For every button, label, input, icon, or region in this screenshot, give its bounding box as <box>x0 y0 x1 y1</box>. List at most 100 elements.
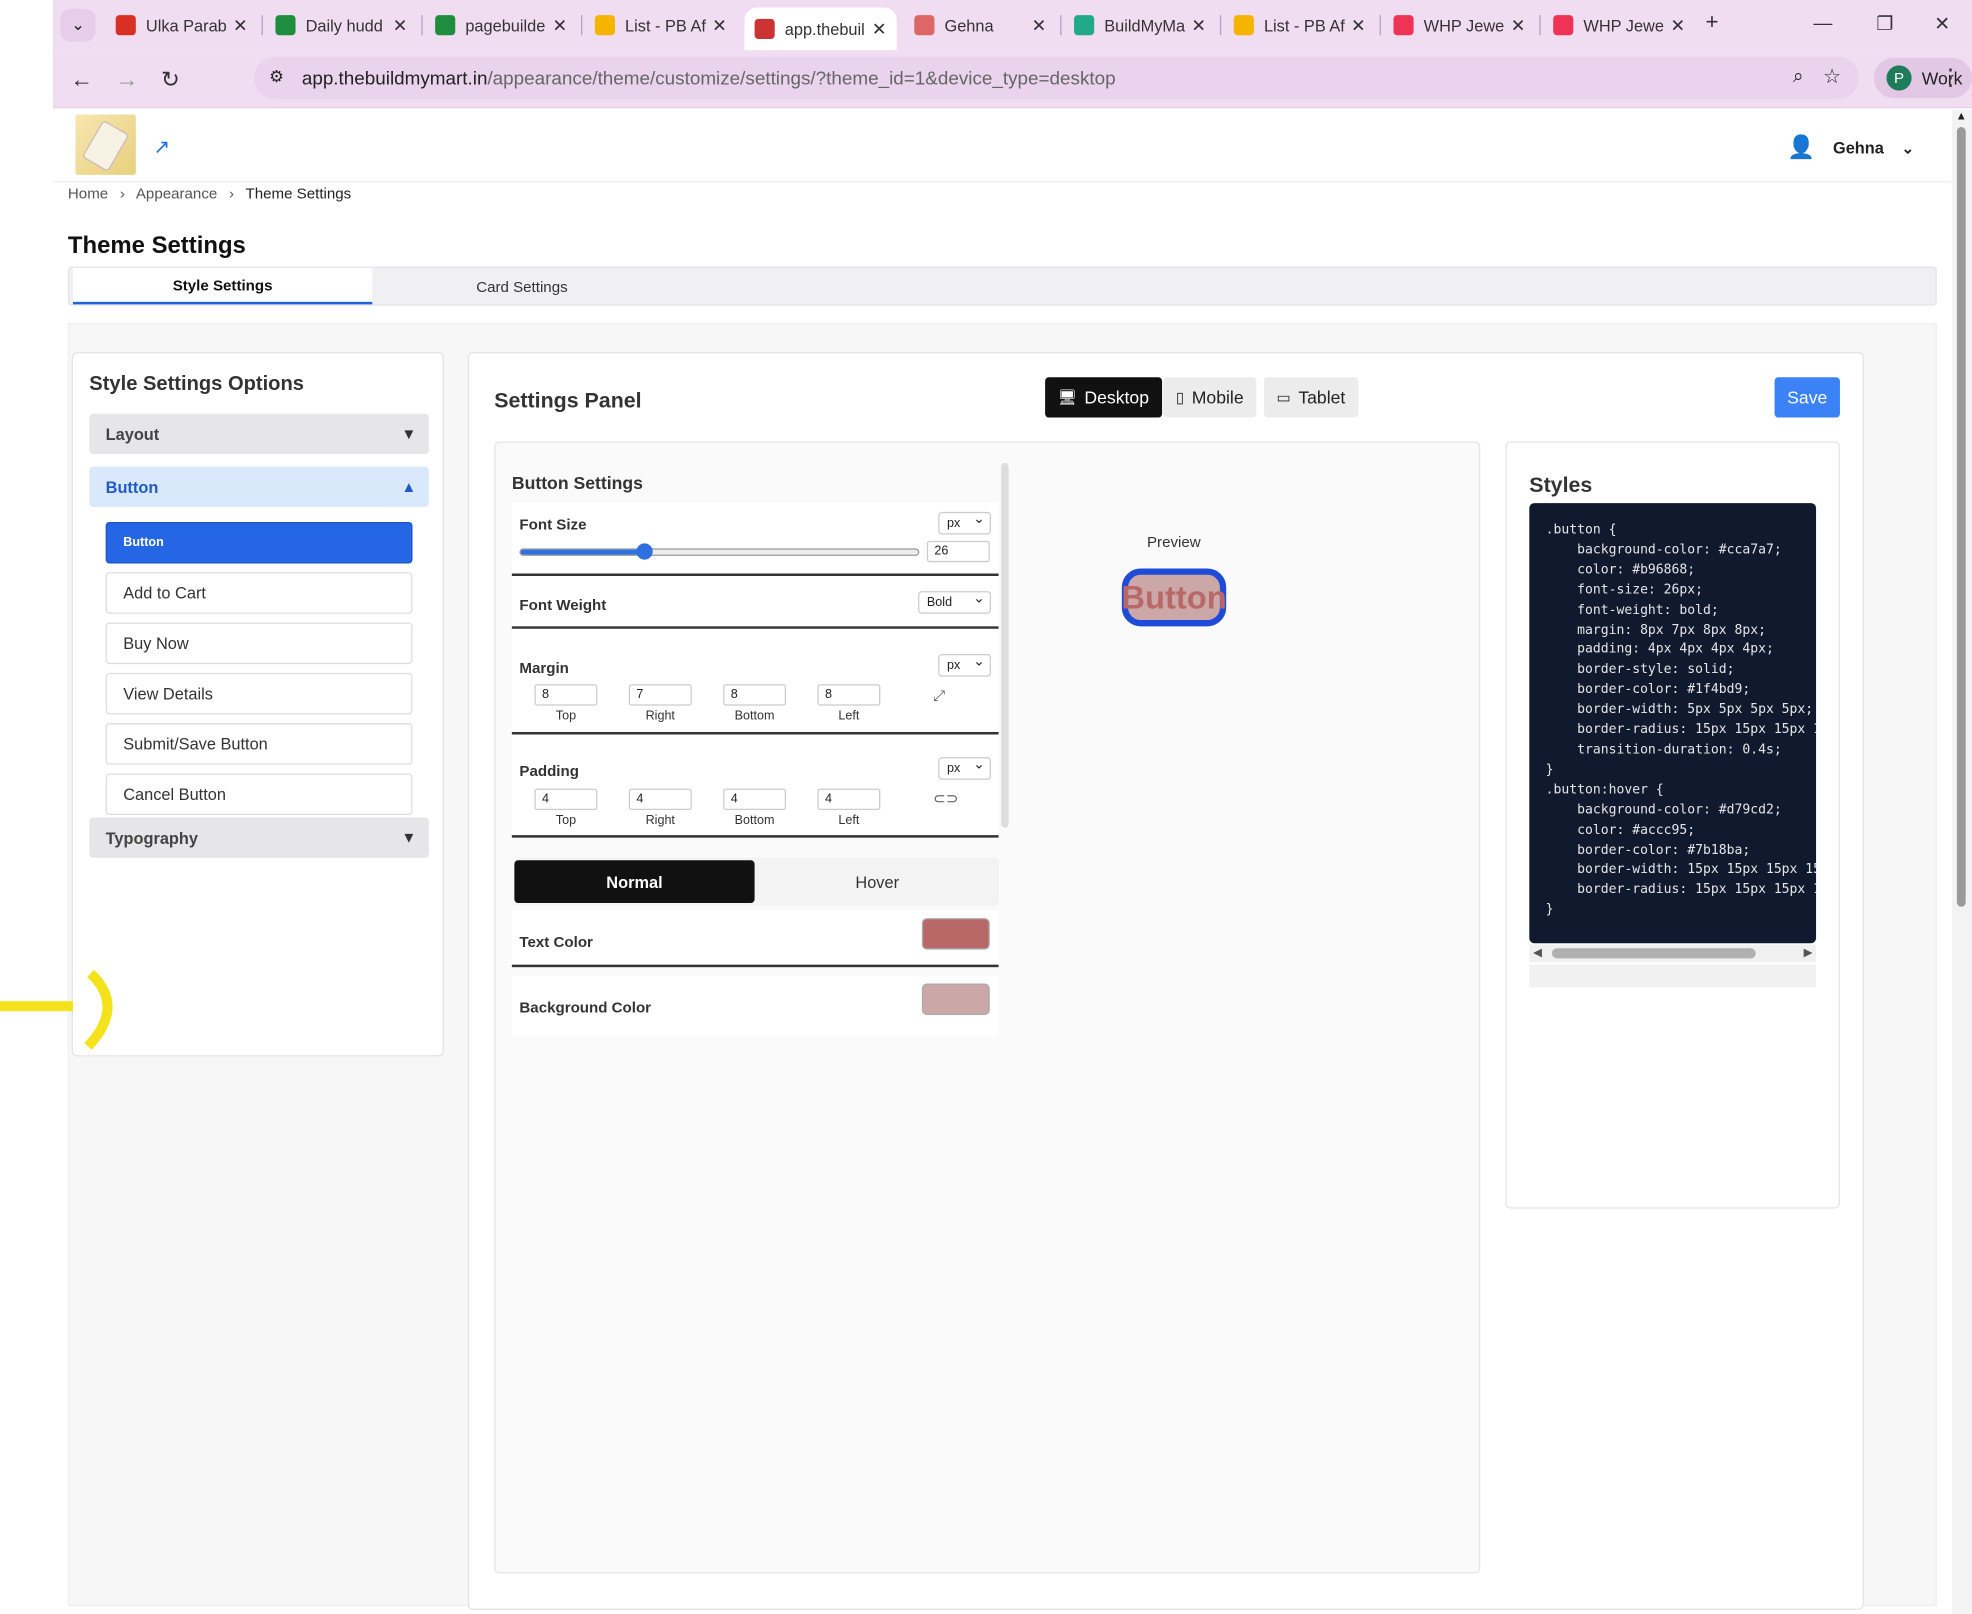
browser-tab[interactable]: Daily hudd ✕ <box>265 8 417 43</box>
padding-left-input[interactable]: 4 <box>817 788 881 810</box>
state-hover-button[interactable]: Hover <box>757 860 997 903</box>
settings-scrollbar[interactable] <box>1001 462 1009 828</box>
text-color-swatch[interactable] <box>921 918 990 950</box>
reload-button[interactable]: ↻ <box>161 67 180 93</box>
font-size-input[interactable]: 26 <box>926 540 990 563</box>
close-tab-icon[interactable]: ✕ <box>872 18 887 39</box>
close-tab-icon[interactable]: ✕ <box>393 14 408 35</box>
margin-unit-select[interactable]: px <box>938 653 992 677</box>
state-normal-button[interactable]: Normal <box>514 860 755 904</box>
scroll-left-icon[interactable]: ◀ <box>1533 946 1542 960</box>
save-button[interactable]: Save <box>1774 377 1840 418</box>
browser-tab[interactable]: WHP Jewe ✕ <box>1383 8 1535 43</box>
accordion-layout[interactable]: Layout ▼ <box>89 413 429 455</box>
accordion-typography[interactable]: Typography ▼ <box>89 817 429 858</box>
preview-button[interactable]: Button <box>1121 568 1227 627</box>
close-tab-icon[interactable]: ✕ <box>233 14 248 35</box>
code-horizontal-scrollbar[interactable]: ◀ ▶ <box>1529 944 1817 963</box>
background-color-swatch[interactable] <box>921 983 990 1015</box>
sidebar-item[interactable]: Buy Now <box>105 622 413 665</box>
breadcrumb-appearance[interactable]: Appearance <box>136 185 217 203</box>
scroll-right-icon[interactable]: ▶ <box>1804 946 1813 960</box>
browser-tab[interactable]: BuildMyMa ✕ <box>1064 8 1216 43</box>
page-scrollbar[interactable]: ▲ <box>1951 109 1972 1614</box>
close-tab-icon[interactable]: ✕ <box>1670 14 1685 35</box>
padding-bottom-input[interactable]: 4 <box>723 788 787 810</box>
font-size-unit-select[interactable]: px <box>938 511 992 535</box>
user-name: Gehna <box>1832 138 1884 158</box>
browser-tab[interactable]: WHP Jewe ✕ <box>1543 8 1695 43</box>
padding-unit-select[interactable]: px <box>938 756 992 780</box>
back-button[interactable]: ← <box>70 67 93 93</box>
close-tab-icon[interactable]: ✕ <box>1032 14 1047 35</box>
external-link-icon[interactable]: ↗ <box>153 135 170 160</box>
store-logo[interactable] <box>75 114 136 175</box>
font-size-slider[interactable] <box>519 543 920 560</box>
address-bar[interactable]: ⚙ app.thebuildmymart.in/appearance/theme… <box>254 56 1859 100</box>
browser-tab[interactable]: Ulka Parab ✕ <box>106 8 258 43</box>
close-tab-icon[interactable]: ✕ <box>1351 14 1366 35</box>
browser-tab[interactable]: List - PB Af ✕ <box>585 8 737 43</box>
slider-handle[interactable] <box>636 543 653 560</box>
close-tab-icon[interactable]: ✕ <box>552 14 567 35</box>
site-icon <box>1074 15 1095 36</box>
margin-bottom-input[interactable]: 8 <box>723 684 787 706</box>
browser-tab[interactable]: pagebuilde ✕ <box>425 8 577 43</box>
padding-right-input[interactable]: 4 <box>628 788 692 810</box>
close-tab-icon[interactable]: ✕ <box>1191 14 1206 35</box>
avatar: P <box>1886 65 1912 91</box>
zoom-icon[interactable]: ⌕ <box>1793 65 1804 86</box>
side-label: Left <box>838 709 860 724</box>
minimize-button[interactable]: — <box>1814 13 1833 34</box>
accordion-label: Typography <box>105 828 199 848</box>
user-menu[interactable]: 👤 Gehna ⌄ <box>1787 135 1914 161</box>
margin-right-input[interactable]: 7 <box>628 684 692 706</box>
chevron-down-icon: ⌄ <box>1901 138 1915 157</box>
new-tab-button[interactable]: + <box>1705 9 1718 35</box>
browser-tab[interactable]: Gehna ✕ <box>904 8 1056 43</box>
accordion-label: Button <box>105 477 159 497</box>
browser-tab[interactable]: app.thebuil ✕ <box>744 7 897 51</box>
close-tab-icon[interactable]: ✕ <box>712 14 727 35</box>
side-label: Bottom <box>734 709 775 724</box>
browser-tab[interactable]: List - PB Af ✕ <box>1224 8 1376 43</box>
margin-left-input[interactable]: 8 <box>817 684 881 706</box>
tab-search-button[interactable]: ⌄ <box>60 8 96 42</box>
device-tablet-button[interactable]: ▭ Tablet <box>1263 377 1358 418</box>
bookmark-star-icon[interactable]: ☆ <box>1823 64 1841 89</box>
restore-button[interactable]: ❐ <box>1876 13 1893 36</box>
browser-menu-icon[interactable]: ⋮ <box>1939 64 1962 90</box>
site-info-icon[interactable]: ⚙ <box>269 67 284 87</box>
link-icon[interactable]: ⊂⊃ <box>933 790 958 808</box>
device-desktop-button[interactable]: 🖥 Desktop <box>1045 377 1162 418</box>
breadcrumb-home[interactable]: Home <box>68 185 108 203</box>
bolt-icon <box>1233 15 1254 36</box>
close-tab-icon[interactable]: ✕ <box>1511 14 1526 35</box>
side-label: Left <box>838 813 860 828</box>
sidebar-item[interactable]: Button <box>105 521 413 564</box>
sidebar-item[interactable]: Cancel Button <box>105 773 413 815</box>
text-color-row: Text Color <box>511 910 999 968</box>
accordion-button[interactable]: Button ▲ <box>89 466 429 507</box>
close-window-button[interactable]: ✕ <box>1934 13 1950 36</box>
tab-style-settings[interactable]: Style Settings <box>72 267 373 305</box>
scroll-thumb[interactable] <box>1551 948 1756 959</box>
font-weight-select[interactable]: Bold <box>918 590 992 614</box>
scroll-thumb[interactable] <box>1956 127 1966 907</box>
tab-card-settings[interactable]: Card Settings <box>372 268 671 304</box>
scroll-up-icon[interactable]: ▲ <box>1956 109 1967 122</box>
sidebar-item[interactable]: Submit/Save Button <box>105 723 413 765</box>
css-code-block: .button { background-color: #cca7a7; col… <box>1529 503 1817 944</box>
margin-top-input[interactable]: 8 <box>534 684 598 706</box>
unlink-icon[interactable]: ⤢ <box>933 687 945 706</box>
forward-button[interactable]: → <box>116 67 139 93</box>
device-mobile-button[interactable]: ▯ Mobile <box>1163 377 1257 418</box>
sidebar-item[interactable]: View Details <box>105 672 413 715</box>
tab-title: WHP Jewe <box>1583 15 1664 35</box>
sidebar-item[interactable]: Add to Cart <box>105 572 413 614</box>
panel-title: Settings Panel <box>494 388 642 413</box>
accordion-label: Layout <box>105 424 160 444</box>
padding-top-input[interactable]: 4 <box>534 788 598 810</box>
side-label: Top <box>555 709 577 724</box>
section-title: Button Settings <box>511 472 643 494</box>
